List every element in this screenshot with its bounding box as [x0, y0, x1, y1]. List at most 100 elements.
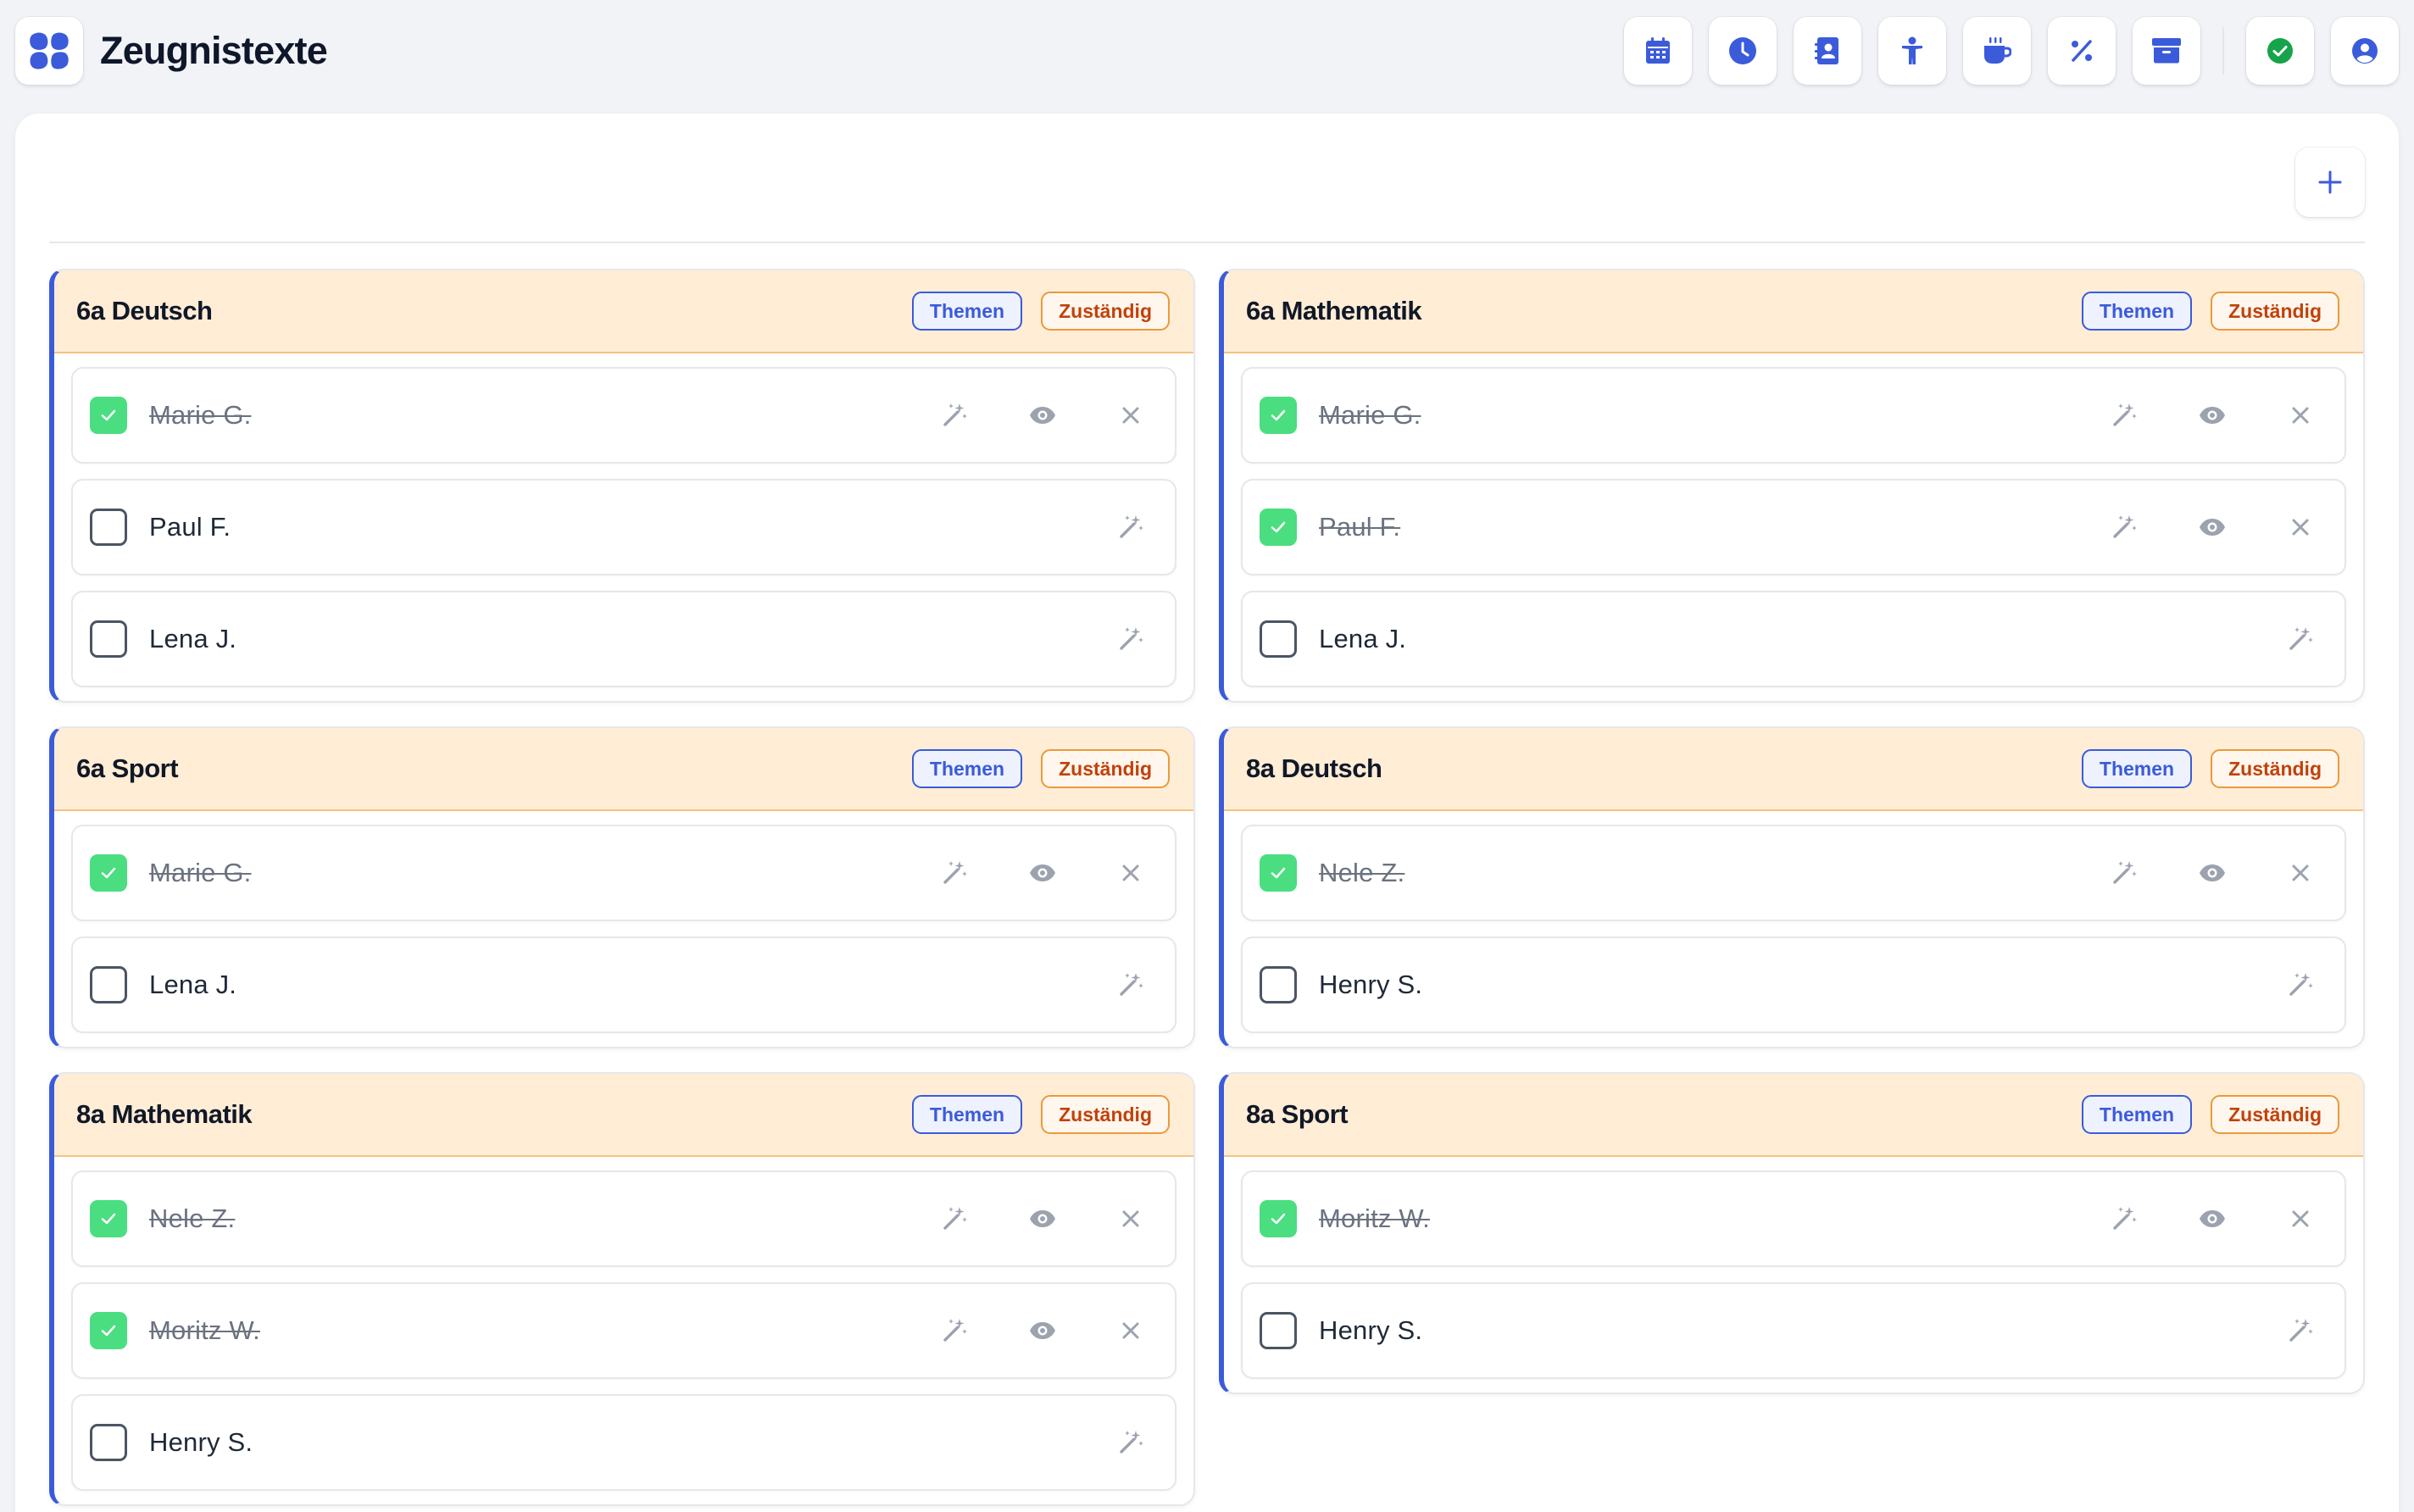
themen-badge[interactable]: Themen — [911, 749, 1023, 788]
student-row: Moritz W. — [1241, 1170, 2346, 1267]
remove-button[interactable] — [1105, 848, 1156, 898]
checkmark-icon — [1271, 409, 1286, 421]
generate-text-button[interactable] — [1105, 1417, 1156, 1468]
remove-button[interactable] — [1105, 1305, 1156, 1356]
generate-text-button[interactable] — [2099, 1193, 2150, 1244]
done-checkbox[interactable] — [90, 854, 127, 892]
percent-icon — [2072, 40, 2092, 62]
generate-text-button[interactable] — [929, 848, 980, 898]
generate-text-button[interactable] — [1105, 502, 1156, 553]
magic-wand-icon — [2289, 1319, 2313, 1342]
generate-text-button[interactable] — [929, 1193, 980, 1244]
done-checkbox[interactable] — [90, 1312, 127, 1349]
generate-text-button[interactable] — [2275, 959, 2326, 1010]
generate-text-button[interactable] — [2099, 848, 2150, 898]
calendar-button[interactable] — [1624, 17, 1692, 85]
contact-book-icon — [1815, 37, 1838, 64]
done-checkbox[interactable] — [90, 509, 127, 546]
preview-button[interactable] — [2187, 390, 2238, 441]
magic-wand-icon — [1120, 1431, 1143, 1454]
preview-button[interactable] — [2187, 848, 2238, 898]
zustaendig-badge[interactable]: Zuständig — [1041, 1095, 1170, 1134]
done-checkbox[interactable] — [1260, 397, 1297, 434]
student-list: Marie G. — [54, 811, 1193, 1047]
eye-icon — [1030, 864, 1055, 881]
break-button[interactable] — [1963, 17, 2031, 85]
generate-text-button[interactable] — [1105, 959, 1156, 1010]
preview-button[interactable] — [1017, 390, 1068, 441]
done-checkbox[interactable] — [90, 1424, 127, 1461]
app-logo[interactable] — [15, 17, 83, 85]
close-icon — [1122, 407, 1139, 424]
done-checkbox[interactable] — [1260, 966, 1297, 1003]
generate-text-button[interactable] — [929, 390, 980, 441]
archive-button[interactable] — [2133, 17, 2200, 85]
preview-button[interactable] — [2187, 502, 2238, 553]
done-checkbox[interactable] — [1260, 1312, 1297, 1349]
eye-icon — [2200, 1210, 2225, 1227]
remove-button[interactable] — [1105, 390, 1156, 441]
status-button[interactable] — [2246, 17, 2314, 85]
done-checkbox[interactable] — [1260, 1200, 1297, 1237]
done-checkbox[interactable] — [1260, 620, 1297, 658]
top-bar: Zeugnistexte — [0, 0, 2414, 105]
generate-text-button[interactable] — [1105, 614, 1156, 664]
zustaendig-badge[interactable]: Zuständig — [1041, 749, 1170, 788]
course-title: 6a Deutsch — [76, 296, 213, 325]
preview-button[interactable] — [2187, 1193, 2238, 1244]
student-name: Paul F. — [149, 512, 231, 542]
done-checkbox[interactable] — [90, 966, 127, 1003]
person-icon — [1902, 36, 1922, 64]
magic-wand-icon — [1120, 973, 1143, 996]
student-row: Lena J. — [71, 937, 1176, 1033]
remove-button[interactable] — [2275, 390, 2326, 441]
done-checkbox[interactable] — [1260, 509, 1297, 546]
done-checkbox[interactable] — [90, 397, 127, 434]
zustaendig-badge[interactable]: Zuständig — [2211, 1095, 2339, 1134]
magic-wand-icon — [1120, 515, 1143, 538]
generate-text-button[interactable] — [2099, 502, 2150, 553]
row-actions — [2238, 959, 2326, 1010]
zustaendig-badge[interactable]: Zuständig — [1041, 292, 1170, 331]
student-list: Moritz W. Henry S. — [1224, 1157, 2363, 1392]
themen-badge[interactable]: Themen — [911, 292, 1023, 331]
close-icon — [2292, 1210, 2309, 1227]
generate-text-button[interactable] — [2275, 1305, 2326, 1356]
remove-button[interactable] — [2275, 1193, 2326, 1244]
percent-button[interactable] — [2048, 17, 2116, 85]
remove-button[interactable] — [2275, 502, 2326, 553]
themen-badge[interactable]: Themen — [2081, 749, 2193, 788]
clock-button[interactable] — [1709, 17, 1777, 85]
student-name: Moritz W. — [1319, 1203, 1430, 1233]
preview-button[interactable] — [1017, 1193, 1068, 1244]
eye-icon — [1030, 407, 1055, 424]
row-actions — [892, 1193, 1156, 1244]
generate-text-button[interactable] — [2275, 614, 2326, 664]
checkmark-icon — [1271, 521, 1286, 533]
remove-button[interactable] — [2275, 848, 2326, 898]
student-name: Lena J. — [149, 624, 237, 653]
row-actions — [892, 390, 1156, 441]
preview-button[interactable] — [1017, 848, 1068, 898]
student-name: Moritz W. — [149, 1315, 260, 1345]
contacts-button[interactable] — [1794, 17, 1861, 85]
preview-button[interactable] — [1017, 1305, 1068, 1356]
generate-text-button[interactable] — [2099, 390, 2150, 441]
account-button[interactable] — [2331, 17, 2399, 85]
themen-badge[interactable]: Themen — [2081, 292, 2193, 331]
remove-button[interactable] — [1105, 1193, 1156, 1244]
generate-text-button[interactable] — [929, 1305, 980, 1356]
done-checkbox[interactable] — [90, 620, 127, 658]
calendar-icon — [1646, 37, 1670, 64]
add-course-button[interactable] — [2295, 147, 2365, 217]
themen-badge[interactable]: Themen — [911, 1095, 1023, 1134]
done-checkbox[interactable] — [90, 1200, 127, 1237]
themen-badge[interactable]: Themen — [2081, 1095, 2193, 1134]
zustaendig-badge[interactable]: Zuständig — [2211, 292, 2339, 331]
course-card-header: 6a Deutsch Themen Zuständig — [54, 270, 1193, 353]
student-row: Marie G. — [1241, 367, 2346, 464]
zustaendig-badge[interactable]: Zuständig — [2211, 749, 2339, 788]
students-button[interactable] — [1878, 17, 1946, 85]
done-checkbox[interactable] — [1260, 854, 1297, 892]
student-list: Nele Z. — [54, 1157, 1193, 1504]
